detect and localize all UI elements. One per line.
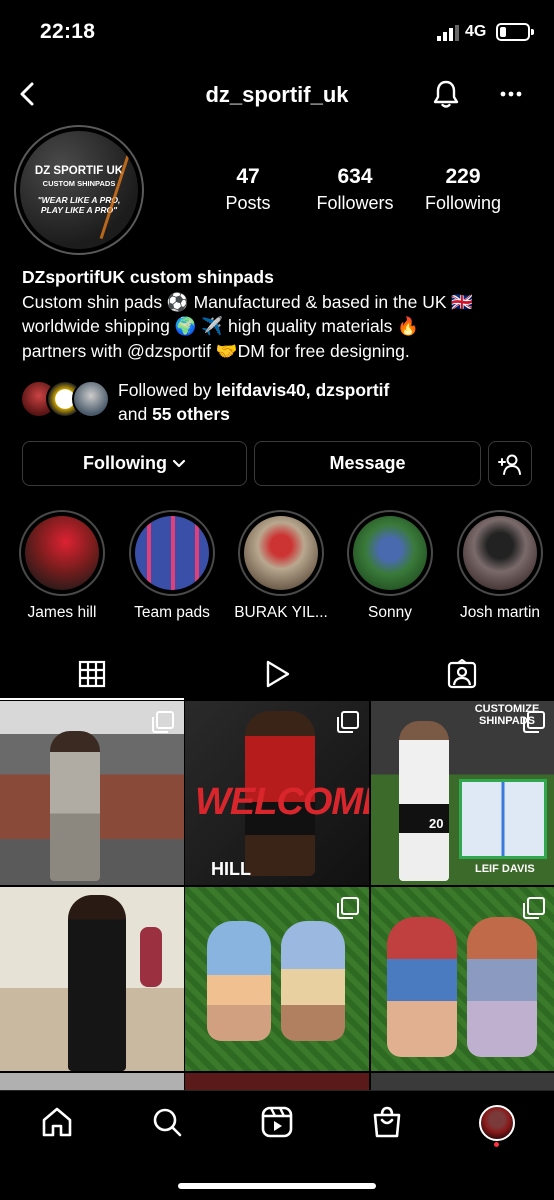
avatar-logo: DZ SPORTIF UK CUSTOM SHINPADS "WEAR LIKE… [20, 131, 138, 249]
posts-grid: WELCOME HILL 20 CUSTOMIZE SHINPADS LEIF … [0, 701, 554, 1093]
shop-bag-icon[interactable] [370, 1105, 404, 1139]
follower-avatar [72, 380, 110, 418]
welcome-text: WELCOME [195, 781, 369, 823]
battery-tip [531, 29, 534, 35]
carousel-icon [152, 711, 174, 733]
profile-display-name: DZsportifUK custom shinpads [22, 267, 274, 287]
message-button[interactable]: Message [254, 441, 481, 486]
highlight-cover [25, 516, 99, 590]
profile-avatar[interactable]: DZ SPORTIF UK CUSTOM SHINPADS "WEAR LIKE… [14, 125, 144, 255]
followers-label: Followers [316, 193, 394, 213]
carousel-icon [523, 711, 545, 733]
player-name-text: LEIF DAVIS [475, 863, 535, 875]
message-button-label: Message [329, 453, 406, 473]
signal-icon [437, 25, 459, 41]
active-tab-indicator [0, 698, 184, 700]
bio-line: partners with @dzsportif 🤝DM for free de… [22, 340, 410, 361]
reels-play-icon [266, 660, 290, 688]
avatar-brand-text: DZ SPORTIF UK [34, 164, 124, 177]
tab-tagged[interactable] [370, 648, 554, 700]
carousel-icon [523, 897, 545, 919]
post-thumbnail[interactable]: WELCOME HILL [185, 701, 369, 885]
following-label: Following [424, 193, 502, 213]
following-button-label: Following [83, 453, 167, 473]
profile-header: dz_sportif_uk [0, 72, 554, 118]
following-count[interactable]: 229 Following [408, 165, 518, 214]
post-thumbnail[interactable] [185, 887, 369, 1071]
highlight-cover [353, 516, 427, 590]
bio-line: Custom shin pads ⚽ Manufactured & based … [22, 291, 474, 312]
notification-dot [494, 1142, 499, 1147]
post-thumbnail[interactable] [371, 887, 554, 1071]
highlight-label: Josh martin [459, 604, 541, 621]
highlight-josh-martin[interactable]: Josh martin [450, 510, 550, 622]
chevron-down-icon [172, 459, 186, 467]
more-options-icon[interactable] [497, 82, 525, 106]
status-bar: 22:18 4G [0, 0, 554, 62]
highlight-label: Team pads [134, 604, 210, 621]
tagged-person-icon [447, 659, 477, 689]
highlight-label: James hill [27, 604, 97, 621]
search-icon[interactable] [150, 1105, 184, 1139]
posts-count[interactable]: 47 Posts [193, 165, 303, 214]
player-name-text: HILL [211, 859, 251, 879]
bio-line: worldwide shipping 🌍 ✈️ high quality mat… [22, 316, 420, 336]
highlight-label: Sonny [368, 604, 412, 621]
followed-by-text: Followed by leifdavis40, dzsportif and 5… [118, 380, 390, 424]
highlight-james-hill[interactable]: James hill [12, 510, 112, 622]
highlight-cover [463, 516, 537, 590]
grid-icon [78, 660, 106, 688]
post-thumbnail[interactable] [0, 887, 184, 1071]
highlight-burak[interactable]: BURAK YIL... [231, 510, 331, 622]
profile-tabs [0, 648, 554, 700]
post-thumbnail[interactable] [0, 701, 184, 885]
status-time: 22:18 [40, 20, 96, 43]
followers-count[interactable]: 634 Followers [300, 165, 410, 214]
shinpad-preview [459, 779, 547, 859]
reels-icon[interactable] [260, 1105, 294, 1139]
tab-posts-grid[interactable] [0, 648, 184, 700]
home-icon[interactable] [40, 1105, 74, 1139]
posts-value: 47 [236, 165, 260, 188]
suggested-users-button[interactable] [488, 441, 532, 486]
highlight-label: BURAK YIL... [234, 604, 328, 621]
posts-label: Posts [225, 193, 271, 213]
network-type: 4G [465, 23, 487, 40]
following-value: 229 [445, 165, 481, 188]
battery-icon [496, 23, 530, 41]
shirt-number-text: 20 [429, 816, 444, 831]
profile-avatar-tab[interactable] [479, 1105, 515, 1141]
highlight-cover [135, 516, 209, 590]
followers-value: 634 [337, 165, 373, 188]
avatar-sub-text: CUSTOM SHINPADS [42, 178, 116, 188]
highlight-cover [244, 516, 318, 590]
tab-reels[interactable] [185, 648, 369, 700]
carousel-icon [337, 897, 359, 919]
home-indicator[interactable] [178, 1183, 376, 1189]
followed-by[interactable]: Followed by leifdavis40, dzsportif and 5… [20, 378, 540, 424]
add-person-icon [498, 454, 521, 475]
profile-bio: DZsportifUK custom shinpads Custom shin … [22, 265, 542, 363]
highlight-team-pads[interactable]: Team pads [122, 510, 222, 622]
post-thumbnail[interactable]: 20 CUSTOMIZE SHINPADS LEIF DAVIS [371, 701, 554, 885]
following-button[interactable]: Following [22, 441, 247, 486]
carousel-icon [337, 711, 359, 733]
profile-username: dz_sportif_uk [205, 82, 349, 107]
highlight-sonny[interactable]: Sonny [340, 510, 440, 622]
bell-icon[interactable] [430, 78, 462, 110]
